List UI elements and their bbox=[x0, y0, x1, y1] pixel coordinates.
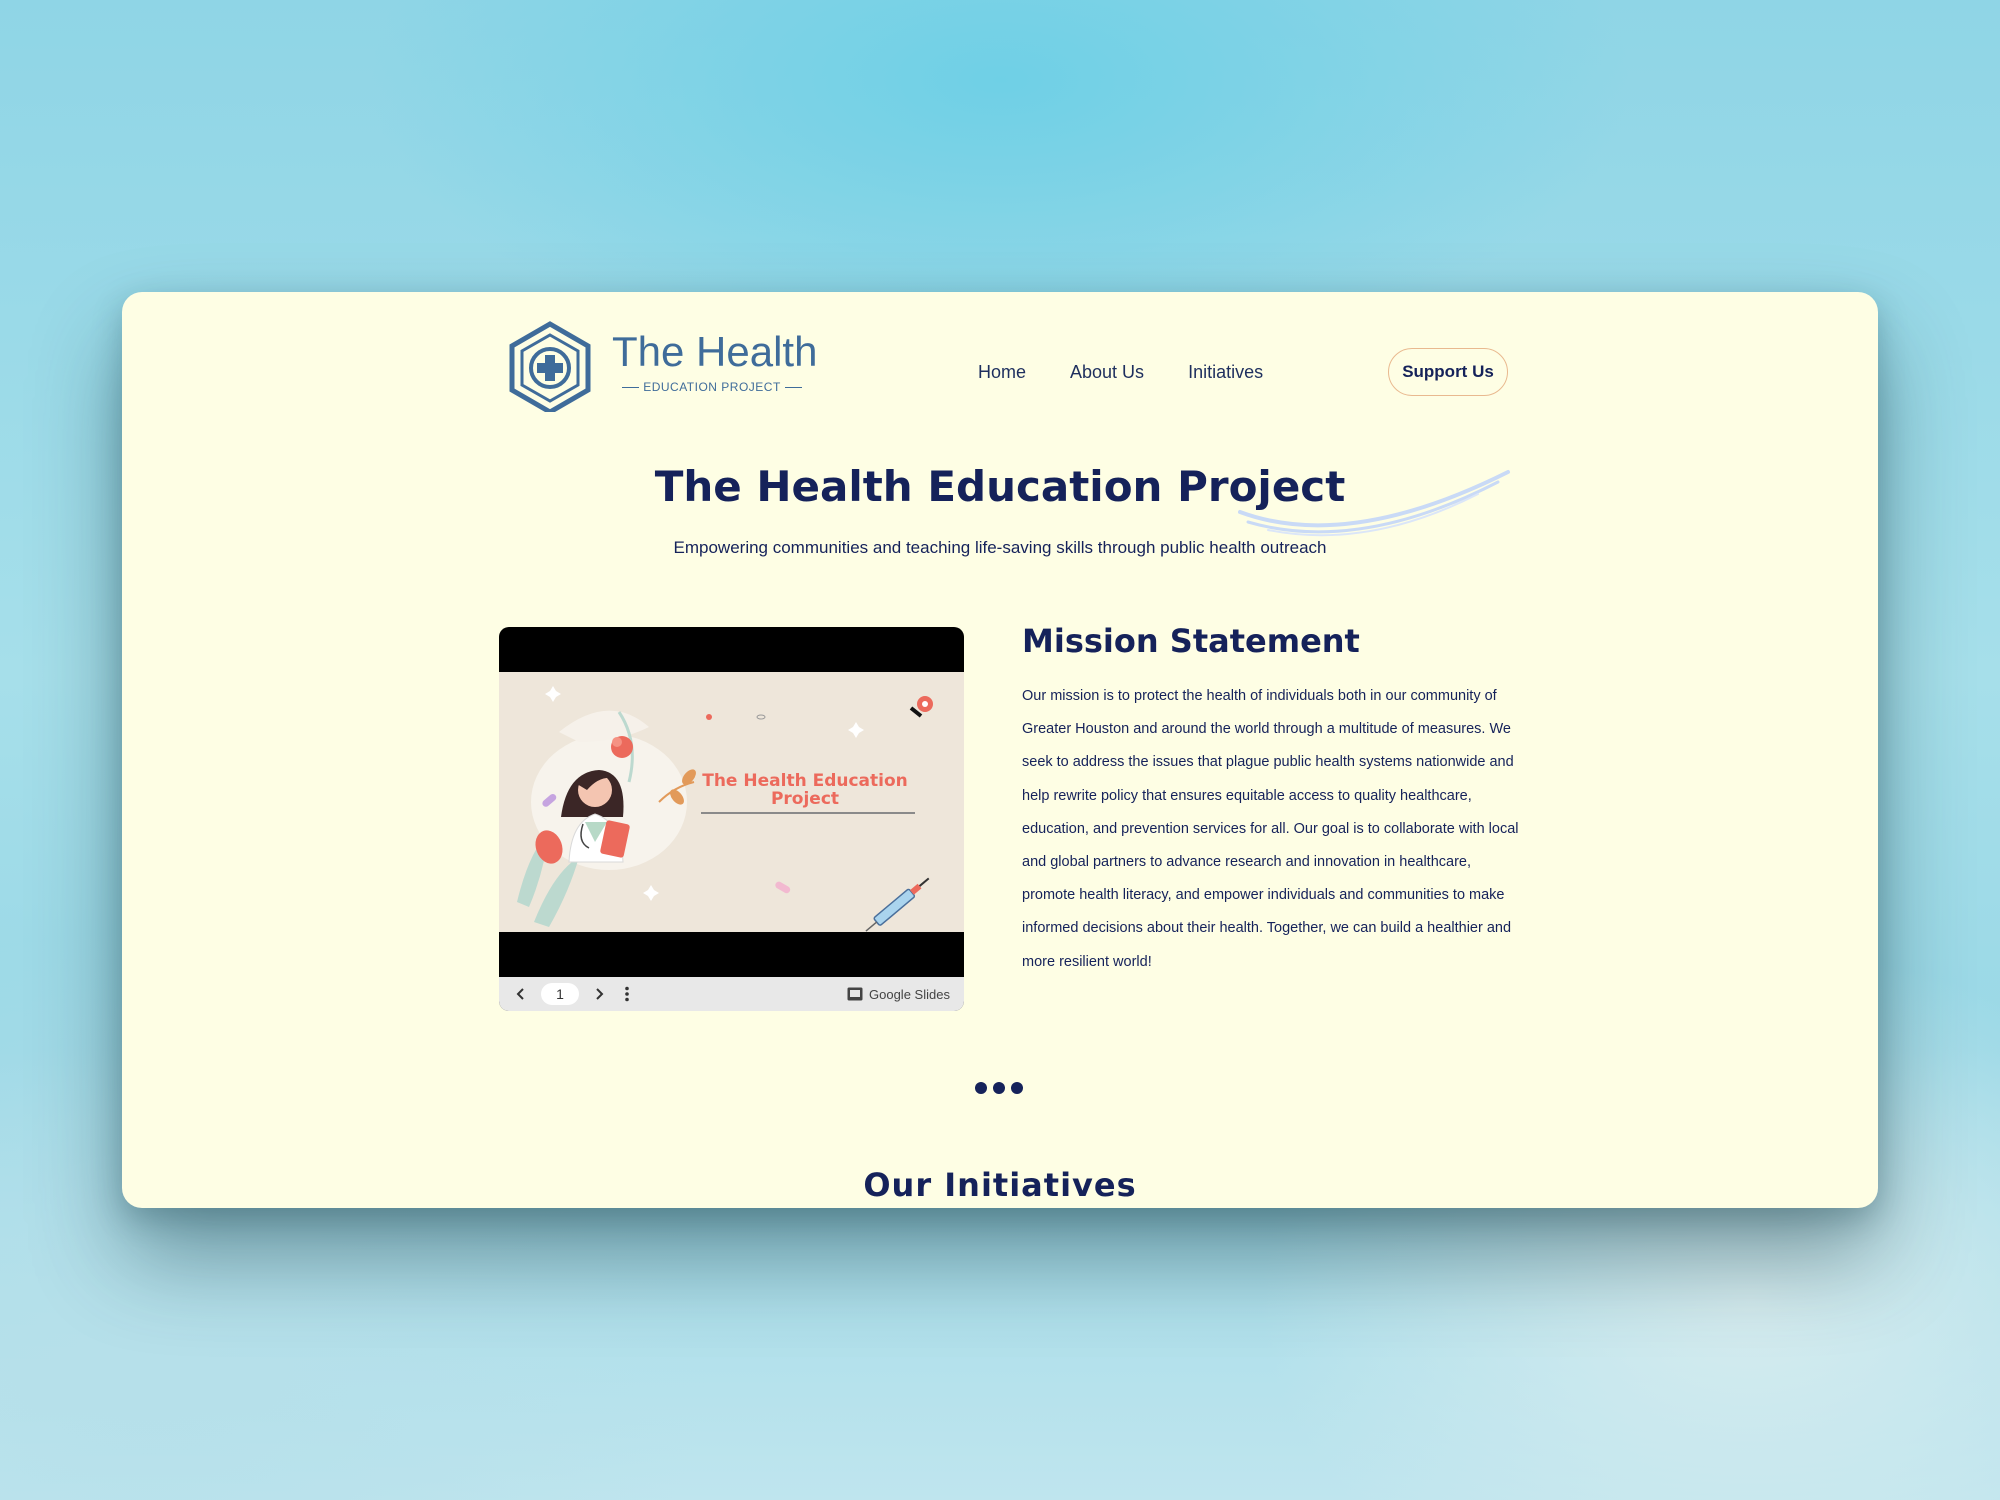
page-title: The Health Education Project bbox=[654, 462, 1346, 511]
support-us-button[interactable]: Support Us bbox=[1388, 348, 1508, 396]
nav-initiatives-link[interactable]: Initiatives bbox=[1188, 362, 1263, 383]
nav-home-link[interactable]: Home bbox=[978, 362, 1026, 383]
section-divider-dots bbox=[975, 1082, 1025, 1096]
logo-rule-right bbox=[784, 386, 802, 388]
slide-title-underline bbox=[701, 812, 915, 814]
slide-title: The Health Education Project bbox=[702, 771, 908, 809]
main-nav: Home About Us Initiatives bbox=[978, 362, 1263, 383]
slide-canvas: The Health Education Project bbox=[499, 672, 964, 932]
google-slides-link[interactable]: Google Slides bbox=[847, 977, 950, 1011]
previous-slide-button[interactable] bbox=[509, 977, 533, 1011]
browser-window: The Health EDUCATION PROJECT Home About … bbox=[122, 292, 1878, 1208]
dot-2 bbox=[993, 1082, 1005, 1094]
google-slides-icon bbox=[847, 987, 863, 1001]
decorative-swoosh-icon bbox=[1238, 470, 1510, 537]
logo-title: The Health bbox=[612, 328, 818, 375]
slides-embed[interactable]: The Health Education Project 1 Google Sl… bbox=[499, 627, 964, 1011]
google-slides-label: Google Slides bbox=[869, 986, 950, 1002]
chevron-left-icon bbox=[516, 988, 524, 1000]
logo-subtitle-text: EDUCATION PROJECT bbox=[643, 380, 781, 394]
logo-subtitle: EDUCATION PROJECT bbox=[622, 380, 802, 394]
dot-1 bbox=[975, 1082, 987, 1094]
slides-more-options-button[interactable] bbox=[617, 977, 637, 1011]
next-slide-button[interactable] bbox=[587, 977, 611, 1011]
chevron-right-icon bbox=[596, 988, 604, 1000]
initiatives-heading: Our Initiatives bbox=[863, 1166, 1137, 1204]
dot-3 bbox=[1011, 1082, 1023, 1094]
nav-about-link[interactable]: About Us bbox=[1070, 362, 1144, 383]
mission-heading: Mission Statement bbox=[1022, 622, 1360, 660]
slides-toolbar: 1 Google Slides bbox=[499, 977, 964, 1011]
page-subtitle: Empowering communities and teaching life… bbox=[673, 538, 1327, 557]
slide-page-number[interactable]: 1 bbox=[541, 983, 579, 1005]
mission-paragraph: Our mission is to protect the health of … bbox=[1022, 688, 1519, 970]
more-vertical-icon bbox=[625, 986, 629, 1002]
logo-rule-left bbox=[622, 386, 640, 388]
